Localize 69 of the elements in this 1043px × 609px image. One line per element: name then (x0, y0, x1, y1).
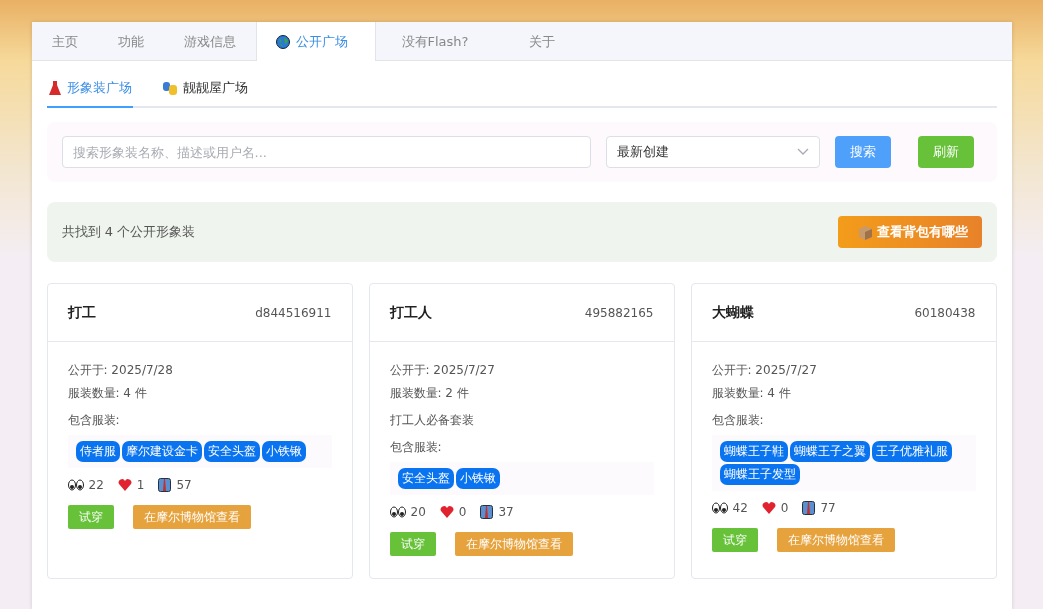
item-count: 服装数量: 4 件 (67, 385, 148, 402)
search-field[interactable]: 搜索形象装名称、描述或用户名... (61, 136, 591, 168)
item-tag: 蝴蝶王子之翼 (789, 441, 870, 462)
items-label: 包含服装: (67, 412, 121, 429)
eyes-icon (67, 479, 84, 491)
package-icon (857, 224, 873, 240)
globe-icon (275, 34, 290, 49)
shirt-icon (158, 478, 172, 492)
view-count: 20 (410, 505, 426, 519)
try-on-button[interactable]: 试穿 (67, 505, 114, 529)
publish-date: 公开于: 2025/7/27 (711, 362, 818, 379)
nav-tab[interactable]: 主页 (31, 22, 98, 61)
dress-icon (47, 80, 62, 96)
publish-date: 公开于: 2025/7/27 (389, 362, 496, 379)
eyes-icon (711, 502, 728, 514)
like-count: 0 (780, 501, 789, 515)
items-label: 包含服装: (711, 412, 765, 429)
heart-icon (439, 506, 454, 518)
item-tag: 侍者服 (75, 441, 120, 462)
nav-tab[interactable]: 公开广场 (255, 22, 376, 61)
item-tag: 王子优雅礼服 (871, 441, 952, 462)
shirt-icon (802, 501, 816, 515)
sub-tab[interactable]: 形象装广场 (46, 79, 133, 108)
item-tag: 安全头盔 (203, 441, 260, 462)
shirt-icon (480, 505, 494, 519)
chevron-down-icon (796, 148, 809, 156)
nav-tab[interactable]: 关于 (509, 22, 576, 61)
item-tag: 安全头盔 (397, 468, 454, 489)
outfit-id: 495882165 (584, 305, 654, 320)
heart-icon (117, 479, 132, 491)
outfit-title: 打工 (67, 303, 96, 322)
museum-button[interactable]: 在摩尔博物馆查看 (132, 505, 251, 529)
outfit-title: 大蝴蝶 (711, 303, 754, 322)
outfit-id: d844516911 (255, 305, 332, 320)
try-on-button[interactable]: 试穿 (389, 532, 436, 556)
backpack-button[interactable]: 查看背包有哪些 (837, 216, 982, 248)
wear-count: 37 (498, 505, 514, 519)
item-tag: 小铁锹 (261, 441, 306, 462)
theater-masks-icon (161, 80, 178, 96)
item-tag: 蝴蝶王子鞋 (719, 441, 788, 462)
outfit-title: 打工人 (389, 303, 432, 322)
search-button[interactable]: 搜索 (834, 136, 891, 168)
item-tag: 小铁锹 (455, 468, 500, 489)
sort-dropdown[interactable]: 最新创建 (605, 136, 820, 168)
view-count: 42 (732, 501, 748, 515)
eyes-icon (389, 506, 406, 518)
item-tag: 摩尔建设金卡 (121, 441, 202, 462)
sub-tab[interactable]: 靓靓屋广场 (160, 79, 249, 108)
museum-button[interactable]: 在摩尔博物馆查看 (454, 532, 573, 556)
museum-button[interactable]: 在摩尔博物馆查看 (776, 528, 895, 552)
like-count: 1 (136, 478, 145, 492)
outfit-id: 60180438 (914, 305, 976, 320)
nav-tab[interactable]: 功能 (97, 22, 164, 61)
wear-count: 57 (176, 478, 192, 492)
like-count: 0 (458, 505, 467, 519)
nav-tab[interactable]: 游戏信息 (163, 22, 256, 61)
view-count: 22 (88, 478, 104, 492)
item-tag: 蝴蝶王子发型 (719, 464, 800, 485)
publish-date: 公开于: 2025/7/28 (67, 362, 174, 379)
try-on-button[interactable]: 试穿 (711, 528, 758, 552)
outfit-description: 打工人必备套装 (389, 412, 475, 429)
nav-tab[interactable]: 没有Flash? (375, 22, 510, 61)
refresh-button[interactable]: 刷新 (917, 136, 974, 168)
heart-icon (761, 502, 776, 514)
item-count: 服装数量: 4 件 (711, 385, 792, 402)
item-count: 服装数量: 2 件 (389, 385, 470, 402)
wear-count: 77 (820, 501, 836, 515)
items-label: 包含服装: (389, 439, 443, 456)
result-count: 共找到 4 个公开形象装 (61, 223, 196, 241)
